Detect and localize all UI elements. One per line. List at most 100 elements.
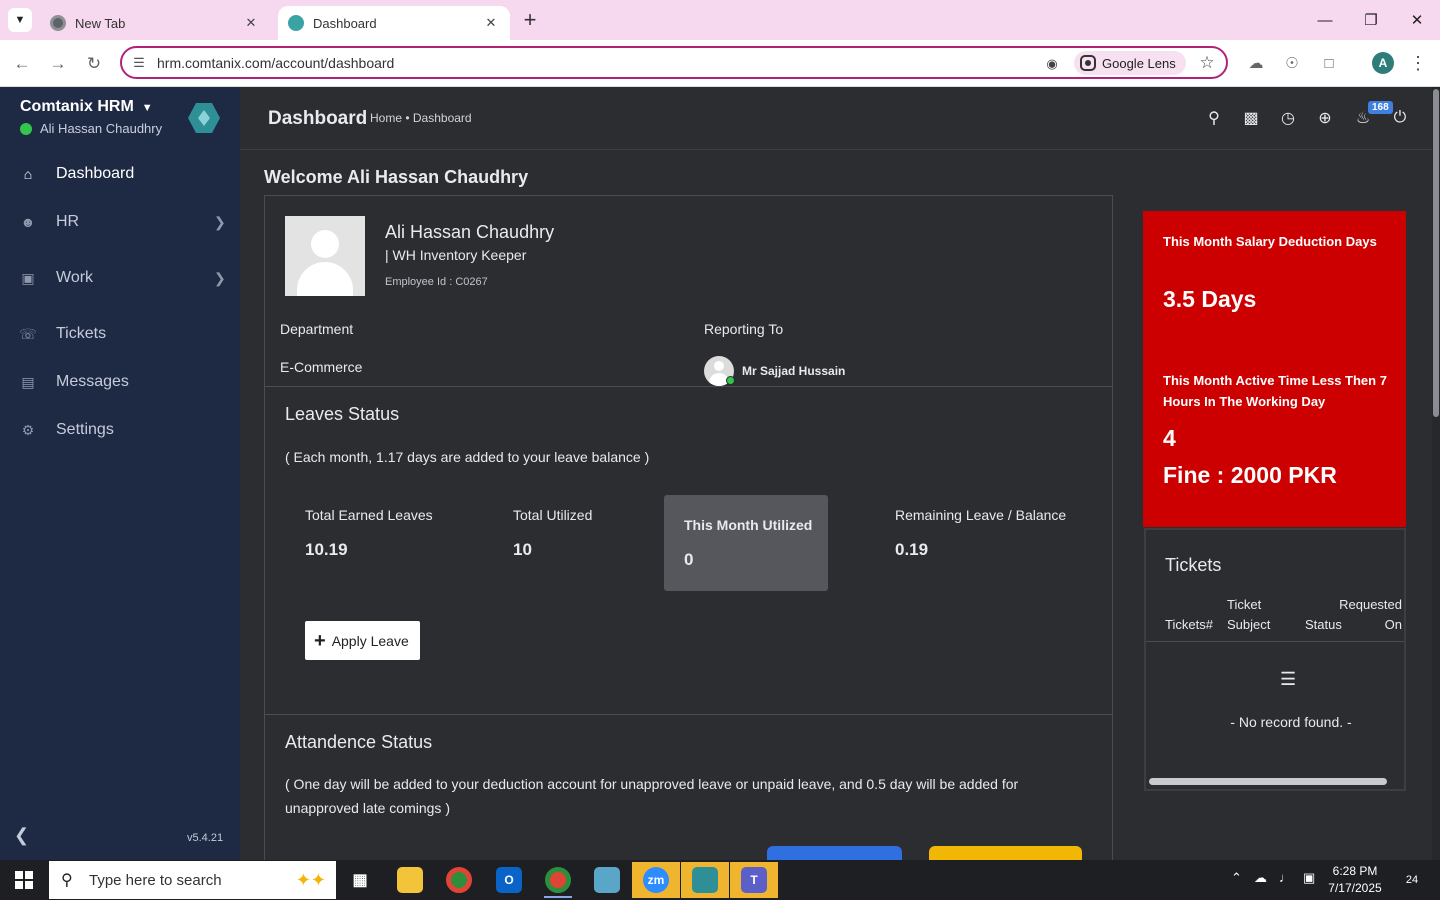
chrome-profile-icon[interactable] bbox=[534, 862, 582, 898]
chevron-right-icon: ❯ bbox=[214, 213, 226, 230]
employee-role: | WH Inventory Keeper bbox=[385, 247, 527, 263]
attendance-action-button-yellow[interactable] bbox=[929, 846, 1082, 860]
eye-slash-icon[interactable]: ◉ bbox=[1042, 54, 1062, 74]
lens-icon bbox=[1080, 55, 1096, 71]
power-icon[interactable]: ⏻ bbox=[1389, 107, 1411, 129]
url-text[interactable]: hrm.comtanix.com/account/dashboard bbox=[157, 55, 394, 71]
page-header: Dashboard Home • Dashboard ⚲ ▩ ◷ ⊕ ♨ 168… bbox=[240, 87, 1432, 150]
gear-icon: ⚙ bbox=[21, 421, 35, 438]
sparkle-icon: ✦✦ bbox=[295, 870, 326, 890]
stat-value: 10 bbox=[513, 540, 532, 559]
site-info-icon[interactable]: ☰ bbox=[130, 54, 148, 72]
checklist-icon: ☰ bbox=[1280, 669, 1297, 689]
page-title: Dashboard bbox=[268, 108, 368, 129]
breadcrumb[interactable]: Home • Dashboard bbox=[370, 111, 472, 125]
active-time-label: This Month Active Time Less Then 7 Hours… bbox=[1163, 373, 1387, 409]
sidebar-item-work[interactable]: ▣ Work ❯ bbox=[0, 256, 240, 300]
new-tab-plus-icon[interactable]: + bbox=[519, 9, 541, 31]
tray-chevron-up-icon[interactable]: ⌃ bbox=[1231, 870, 1242, 886]
search-icon[interactable]: ⚲ bbox=[1203, 107, 1225, 129]
window-close-icon[interactable]: ✕ bbox=[1394, 6, 1440, 34]
outlook-icon[interactable]: O bbox=[485, 862, 533, 898]
app-icon[interactable] bbox=[583, 862, 631, 898]
tickets-horizontal-scrollbar[interactable] bbox=[1149, 778, 1387, 785]
chrome-icon bbox=[50, 15, 66, 31]
collapse-sidebar-icon[interactable]: ❮ bbox=[14, 825, 29, 846]
extension-icon[interactable]: ☁ bbox=[1244, 51, 1268, 75]
onedrive-icon[interactable]: ☁ bbox=[1254, 870, 1267, 886]
translate-globe-icon[interactable]: ☉ bbox=[1280, 51, 1304, 75]
tab-new-tab[interactable]: New Tab ✕ bbox=[40, 6, 270, 40]
notes-icon[interactable]: ▩ bbox=[1240, 107, 1262, 129]
headset-icon: ☏ bbox=[19, 325, 37, 342]
sidebar-item-label: HR bbox=[56, 213, 80, 230]
comtanix-favicon-icon bbox=[288, 15, 304, 31]
file-explorer-icon[interactable] bbox=[386, 862, 434, 898]
windows-start-icon[interactable] bbox=[15, 871, 33, 889]
table-header-cell: Requested On bbox=[1339, 597, 1402, 632]
clock-time: 6:28 PM bbox=[1332, 864, 1378, 878]
restore-icon[interactable]: ❐ bbox=[1348, 6, 1394, 34]
action-center-icon[interactable]: 24 bbox=[1398, 870, 1426, 890]
tab-close-icon[interactable]: ✕ bbox=[482, 14, 500, 32]
sidebar-item-settings[interactable]: ⚙ Settings bbox=[0, 408, 240, 452]
attendance-action-button-blue[interactable] bbox=[767, 846, 902, 860]
stat-label: Total Utilized bbox=[513, 507, 593, 523]
department-label: Department bbox=[280, 321, 354, 337]
page-scrollbar-thumb[interactable] bbox=[1433, 89, 1439, 417]
tab-close-icon[interactable]: ✕ bbox=[242, 14, 260, 32]
add-circle-icon[interactable]: ⊕ bbox=[1314, 107, 1336, 129]
employee-name: Ali Hassan Chaudhry bbox=[385, 222, 555, 242]
network-icon[interactable]: ▣ bbox=[1303, 870, 1315, 886]
bookmark-star-icon[interactable]: ☆ bbox=[1196, 52, 1218, 74]
sidebar: Comtanix HRM ▼ Ali Hassan Chaudhry ⌂ Dash… bbox=[0, 87, 240, 860]
avatar-head bbox=[311, 230, 339, 258]
sidebar-item-hr[interactable]: ☻ HR ❯ bbox=[0, 200, 240, 244]
comtanix-app-icon[interactable] bbox=[681, 862, 729, 898]
chrome-taskbar-icon[interactable] bbox=[435, 862, 483, 898]
brand-name: Comtanix HRM bbox=[20, 98, 134, 115]
volume-muted-icon[interactable]: ♩ bbox=[1279, 870, 1292, 885]
section-divider bbox=[265, 714, 1112, 715]
users-icon: ☻ bbox=[20, 214, 36, 230]
address-bar[interactable]: ☰ hrm.comtanix.com/account/dashboard ◉ G… bbox=[120, 46, 1228, 79]
apply-leave-label: Apply Leave bbox=[331, 632, 409, 649]
clock-icon[interactable]: ◷ bbox=[1277, 107, 1299, 129]
google-lens-button[interactable]: Google Lens bbox=[1074, 51, 1186, 75]
brand-switcher[interactable]: Comtanix HRM ▼ bbox=[20, 98, 153, 116]
plus-icon: + bbox=[314, 629, 326, 652]
taskbar-search-placeholder: Type here to search bbox=[89, 871, 222, 889]
tickets-widget: Tickets Tickets# Ticket Subject Status R… bbox=[1144, 528, 1406, 791]
comtanix-logo[interactable] bbox=[188, 103, 220, 133]
zoom-icon[interactable]: zm bbox=[632, 862, 680, 898]
sidebar-item-label: Tickets bbox=[56, 325, 107, 342]
sidebar-item-label: Settings bbox=[56, 421, 114, 438]
employee-avatar bbox=[285, 216, 365, 296]
stat-label: Remaining Leave / Balance bbox=[895, 507, 1067, 523]
sidebar-item-dashboard[interactable]: ⌂ Dashboard bbox=[0, 152, 240, 196]
department-value: E-Commerce bbox=[280, 359, 363, 375]
forward-arrow-icon[interactable]: → bbox=[45, 51, 71, 77]
taskbar-clock[interactable]: 6:28 PM 7/17/2025 bbox=[1322, 863, 1388, 897]
stat-label: Total Earned Leaves bbox=[305, 507, 433, 523]
profile-avatar[interactable]: A bbox=[1372, 52, 1394, 74]
back-arrow-icon[interactable]: ← bbox=[9, 51, 35, 77]
tab-search-chevron-icon[interactable]: ▼ bbox=[8, 8, 32, 32]
reload-icon[interactable]: ↻ bbox=[81, 51, 107, 77]
chevron-right-icon: ❯ bbox=[214, 269, 226, 286]
task-view-icon[interactable]: ▦ bbox=[336, 862, 384, 898]
manager-online-icon bbox=[726, 376, 735, 385]
puzzle-icon[interactable]: □ bbox=[1317, 51, 1341, 75]
sidebar-item-tickets[interactable]: ☏ Tickets bbox=[0, 312, 240, 356]
fine-amount: Fine : 2000 PKR bbox=[1163, 462, 1337, 488]
browser-tab-strip: ▼ New Tab ✕ Dashboard ✕ + — ❐ ✕ bbox=[0, 0, 1440, 40]
taskbar-search[interactable]: ⚲ Type here to search ✦✦ bbox=[49, 861, 336, 899]
section-divider bbox=[265, 386, 1112, 387]
sidebar-item-messages[interactable]: ▤ Messages bbox=[0, 360, 240, 404]
teams-icon[interactable]: T bbox=[730, 862, 778, 898]
minimize-icon[interactable]: — bbox=[1302, 6, 1348, 34]
apply-leave-button[interactable]: + Apply Leave bbox=[305, 621, 420, 660]
browser-menu-icon[interactable]: ⋮ bbox=[1408, 51, 1428, 75]
attendance-note: ( One day will be added to your deductio… bbox=[285, 776, 1019, 816]
tab-dashboard[interactable]: Dashboard ✕ bbox=[278, 6, 510, 40]
